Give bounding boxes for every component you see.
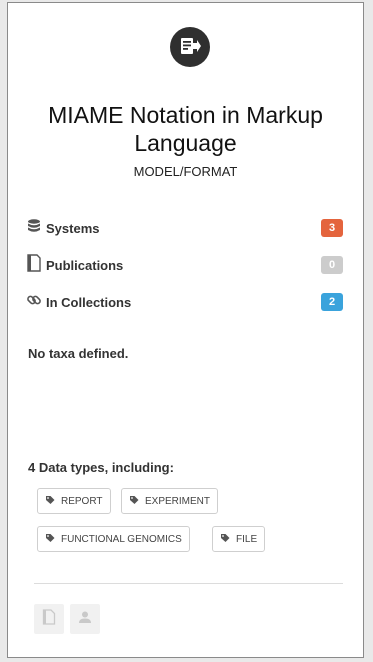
taxa-status: No taxa defined. (28, 346, 129, 361)
tag-icon (45, 533, 55, 546)
data-type-tag[interactable]: EXPERIMENT (121, 488, 219, 514)
data-types-heading: 4 Data types, including: (28, 460, 174, 475)
tag-icon (129, 495, 139, 508)
stat-systems[interactable]: Systems 3 (26, 217, 343, 239)
record-card: MIAME Notation in Markup Language MODEL/… (7, 2, 364, 658)
tag-label: FUNCTIONAL GENOMICS (61, 533, 182, 545)
tag-icon (220, 533, 230, 546)
database-icon (26, 218, 42, 239)
stat-publications[interactable]: Publications 0 (26, 253, 343, 277)
count-badge-publications: 0 (321, 256, 343, 274)
divider (34, 583, 343, 584)
stat-collections[interactable]: In Collections 2 (26, 291, 343, 313)
data-type-tag[interactable]: FUNCTIONAL GENOMICS (37, 526, 190, 552)
user-icon (78, 610, 92, 629)
document-icon (42, 608, 56, 630)
stat-label-publications: Publications (46, 257, 124, 273)
record-title[interactable]: MIAME Notation in Markup Language (18, 101, 353, 157)
tag-label: EXPERIMENT (145, 495, 211, 507)
tag-label: FILE (236, 533, 258, 545)
data-type-tag[interactable]: FILE (212, 526, 266, 552)
record-type: MODEL/FORMAT (133, 164, 238, 179)
publications-button[interactable] (34, 604, 64, 634)
document-icon (26, 253, 42, 277)
link-icon (26, 292, 42, 313)
stat-label-systems: Systems (46, 220, 100, 236)
export-document-icon (170, 27, 210, 67)
tag-icon (45, 495, 55, 508)
count-badge-collections: 2 (321, 293, 343, 311)
tag-label: REPORT (61, 495, 103, 507)
count-badge-systems: 3 (321, 219, 343, 237)
data-type-tag[interactable]: REPORT (37, 488, 111, 514)
stat-label-collections: In Collections (46, 294, 132, 310)
contacts-button[interactable] (70, 604, 100, 634)
